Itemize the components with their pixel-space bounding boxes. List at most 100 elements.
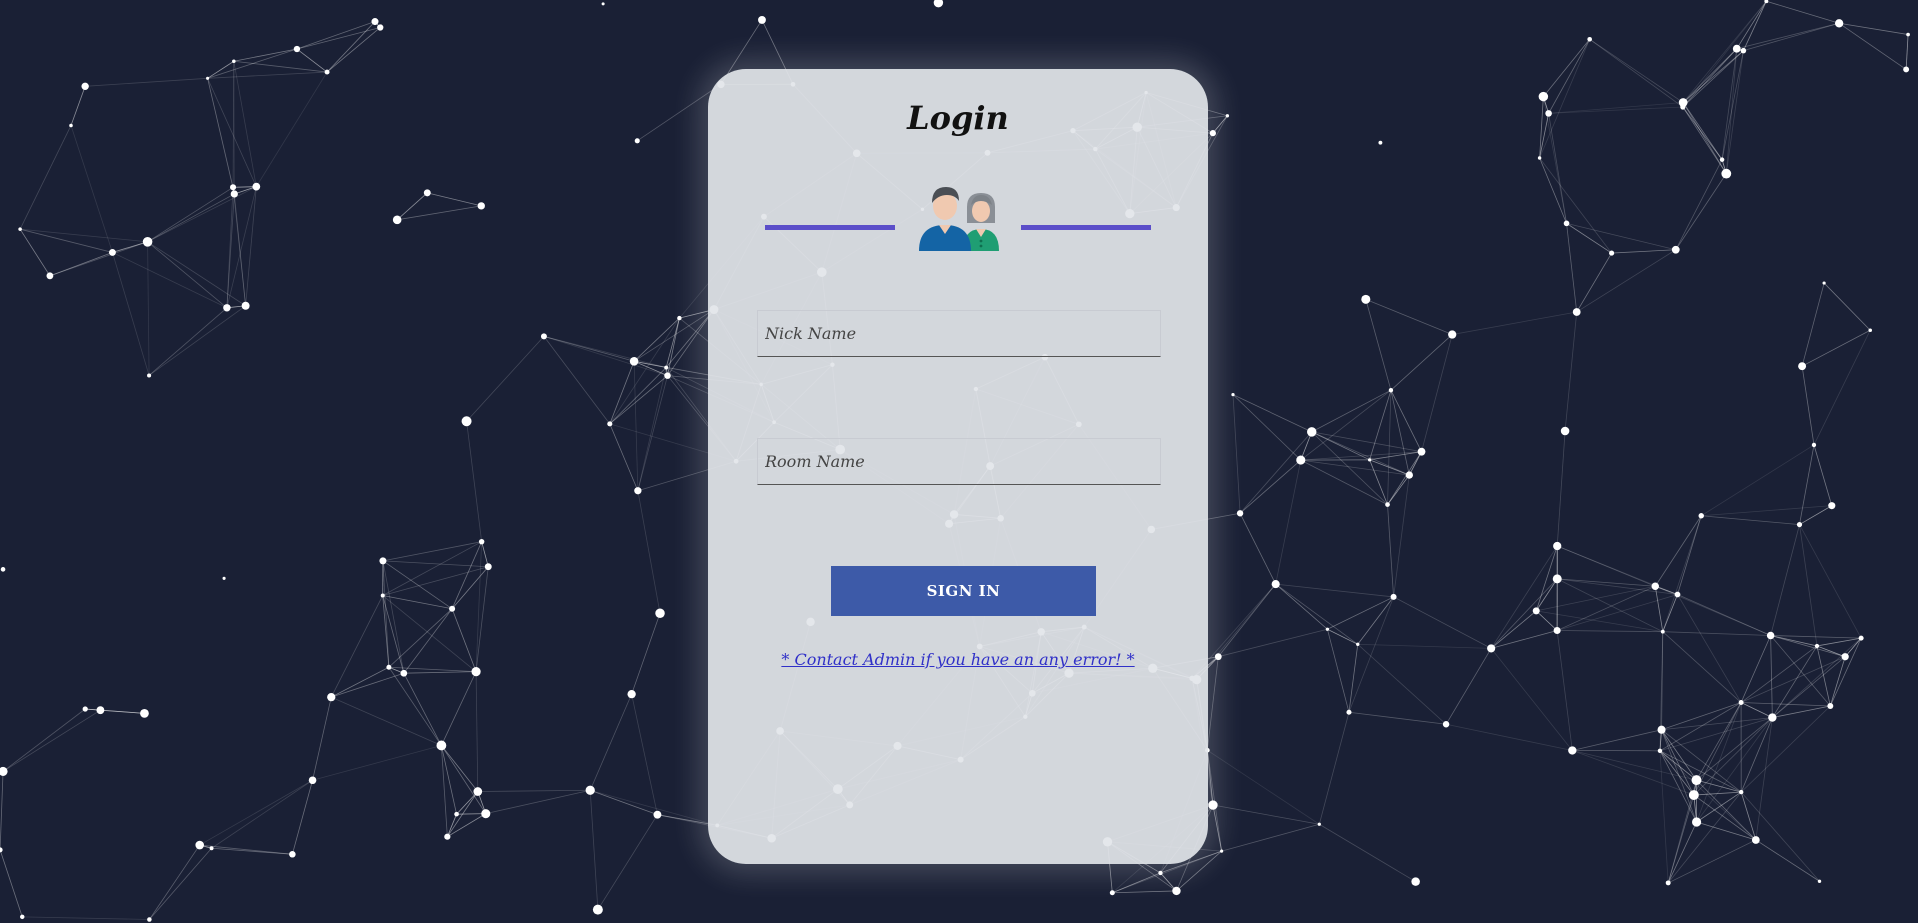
network-edge: [1572, 750, 1694, 796]
network-edge: [19, 125, 72, 230]
network-edge: [1196, 583, 1277, 680]
network-edge: [382, 541, 482, 596]
network-node: [1740, 47, 1747, 54]
network-edge: [1275, 583, 1394, 598]
network-node: [142, 237, 153, 247]
contact-admin: * Contact Admin if you have an any error…: [708, 650, 1208, 669]
network-node: [758, 15, 766, 24]
network-edge: [0, 771, 4, 850]
network-edge: [382, 566, 489, 596]
network-edge: [1327, 596, 1394, 630]
network-edge: [477, 789, 591, 792]
network-node: [1688, 790, 1699, 801]
network-edge: [1654, 586, 1664, 632]
network-edge: [1661, 729, 1697, 781]
network-edge: [1539, 157, 1612, 254]
network-node: [540, 333, 547, 340]
network-node: [1587, 36, 1592, 42]
network-node: [96, 706, 105, 715]
network-edge: [597, 814, 658, 910]
network-node: [1665, 880, 1671, 886]
network-edge: [22, 916, 150, 920]
network-edge: [112, 252, 228, 309]
network-edge: [1556, 430, 1566, 547]
network-node: [293, 45, 301, 53]
network-edge: [1682, 48, 1738, 108]
network-edge: [1696, 702, 1742, 781]
network-edge: [1239, 431, 1313, 514]
network-edge: [1390, 390, 1422, 452]
network-node: [1609, 250, 1615, 256]
network-edge: [1535, 578, 1558, 612]
network-node: [1225, 114, 1230, 118]
room-name-input[interactable]: [758, 439, 1160, 484]
sign-in-button[interactable]: SIGN IN: [831, 566, 1096, 616]
network-edge: [1212, 115, 1228, 134]
network-node: [1296, 455, 1306, 465]
network-edge: [147, 193, 235, 243]
network-node: [477, 202, 485, 210]
network-edge: [1659, 750, 1697, 823]
network-edge: [85, 77, 208, 87]
network-edge: [441, 745, 487, 814]
network-node: [1568, 746, 1577, 755]
network-edge: [199, 779, 313, 846]
network-node: [1903, 66, 1910, 73]
network-edge: [1348, 644, 1359, 713]
network-edge: [475, 566, 489, 672]
network-edge: [149, 844, 201, 920]
network-node: [377, 24, 384, 31]
network-node: [241, 301, 250, 310]
network-edge: [148, 305, 246, 376]
network-node: [1657, 748, 1663, 754]
network-edge: [19, 228, 51, 277]
network-edge: [1557, 545, 1678, 595]
network-edge: [255, 71, 328, 187]
network-edge: [1564, 311, 1578, 432]
network-node: [677, 315, 682, 321]
network-node: [592, 904, 603, 915]
network-edge: [441, 671, 477, 746]
network-edge: [388, 608, 453, 668]
network-edge: [466, 336, 545, 422]
contact-admin-link[interactable]: * Contact Admin if you have an any error…: [781, 650, 1134, 669]
network-node: [1721, 168, 1732, 179]
network-node: [371, 18, 379, 26]
network-edge: [1682, 102, 1727, 174]
network-edge: [631, 694, 658, 815]
network-node: [1811, 442, 1817, 448]
network-edge: [1490, 648, 1573, 751]
network-node: [1214, 653, 1222, 661]
network-node: [400, 669, 408, 677]
network-node: [1236, 510, 1244, 517]
network-node: [461, 416, 472, 427]
network-node: [1858, 635, 1864, 641]
network-node: [444, 833, 451, 840]
network-node: [206, 76, 210, 80]
network-node: [1906, 32, 1910, 37]
network-edge: [1667, 791, 1742, 884]
network-edge: [1770, 635, 1773, 718]
network-edge: [232, 187, 247, 306]
network-edge: [427, 192, 482, 207]
network-node: [1828, 502, 1836, 510]
network-edge: [451, 566, 489, 610]
network-edge: [1701, 515, 1800, 525]
network-edge: [147, 241, 150, 376]
network-edge: [1766, 0, 1840, 24]
network-edge: [207, 78, 257, 187]
network-edge: [20, 228, 148, 243]
network-edge: [1348, 711, 1447, 725]
network-edge: [70, 125, 113, 253]
network-edge: [1112, 872, 1161, 894]
network-edge: [2, 709, 101, 772]
network-edge: [637, 490, 661, 614]
network-edge: [1823, 282, 1871, 331]
network-node: [1814, 643, 1820, 649]
network-edge: [296, 48, 328, 73]
network-edge: [1452, 311, 1577, 335]
network-edge: [1232, 394, 1312, 433]
nick-name-input[interactable]: [758, 311, 1160, 356]
network-edge: [1799, 444, 1815, 525]
network-edge: [1421, 334, 1453, 452]
